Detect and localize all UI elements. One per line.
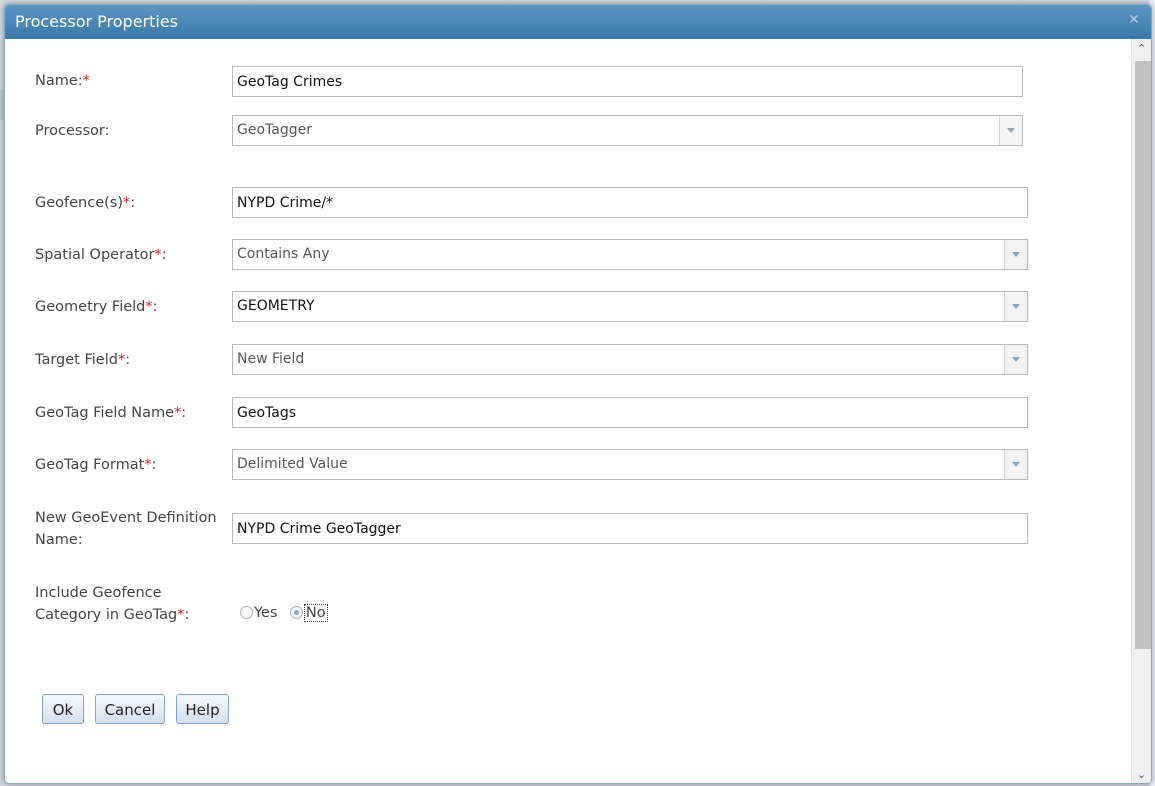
chevron-down-icon[interactable] bbox=[999, 116, 1022, 145]
target-field-value: New Field bbox=[237, 351, 305, 367]
radio-button-no[interactable] bbox=[289, 606, 303, 619]
geometry-field-select[interactable]: GEOMETRY bbox=[232, 291, 1028, 322]
processor-properties-dialog: Processor Properties ✕ Name:* Processor:… bbox=[4, 4, 1152, 784]
radio-button-yes[interactable] bbox=[240, 606, 253, 619]
new-geoevent-definition-input[interactable] bbox=[232, 513, 1028, 544]
close-icon[interactable]: ✕ bbox=[1127, 13, 1141, 27]
ok-button[interactable]: Ok bbox=[42, 694, 84, 724]
spatial-operator-label: Spatial Operator*: bbox=[35, 247, 167, 263]
geotag-format-select[interactable]: Delimited Value bbox=[232, 449, 1028, 480]
name-label: Name:* bbox=[35, 73, 90, 89]
processor-label: Processor: bbox=[35, 123, 110, 139]
target-field-select[interactable]: New Field bbox=[232, 344, 1028, 375]
target-field-label: Target Field*: bbox=[35, 352, 131, 368]
geotag-field-name-label: GeoTag Field Name*: bbox=[35, 405, 187, 421]
new-geoevent-definition-label: New GeoEvent Definition Name: bbox=[35, 510, 217, 548]
geometry-field-label: Geometry Field*: bbox=[35, 299, 158, 315]
geometry-field-value: GEOMETRY bbox=[237, 298, 315, 314]
dialog-title: Processor Properties bbox=[15, 12, 179, 31]
chevron-down-icon[interactable] bbox=[1004, 345, 1027, 374]
radio-option-yes[interactable]: Yes bbox=[240, 602, 277, 624]
radio-option-no[interactable]: No bbox=[289, 602, 328, 624]
geofences-label: Geofence(s)*: bbox=[35, 195, 136, 211]
chevron-down-icon[interactable] bbox=[1004, 450, 1027, 479]
spatial-operator-value: Contains Any bbox=[237, 246, 330, 262]
cancel-button[interactable]: Cancel bbox=[95, 694, 165, 724]
name-input[interactable] bbox=[232, 66, 1023, 97]
chevron-down-icon[interactable] bbox=[1004, 292, 1027, 321]
scroll-down-icon[interactable]: ⌄ bbox=[1132, 765, 1151, 783]
dialog-content: Name:* Processor: GeoTagger Geofence(s)*… bbox=[5, 39, 1131, 783]
dialog-titlebar[interactable]: Processor Properties ✕ bbox=[5, 5, 1151, 39]
include-category-radio-group: Yes No bbox=[240, 602, 336, 624]
processor-value: GeoTagger bbox=[237, 122, 312, 138]
chevron-down-icon[interactable] bbox=[1004, 240, 1027, 269]
spatial-operator-select[interactable]: Contains Any bbox=[232, 239, 1028, 270]
include-category-label: Include Geofence Category in GeoTag*: bbox=[35, 585, 190, 623]
geotag-field-name-input[interactable] bbox=[232, 397, 1028, 428]
help-button[interactable]: Help bbox=[176, 694, 229, 724]
processor-select[interactable]: GeoTagger bbox=[232, 115, 1023, 146]
geotag-format-value: Delimited Value bbox=[237, 456, 348, 472]
vertical-scrollbar[interactable]: ⌃ ⌄ bbox=[1131, 39, 1151, 783]
geofences-input[interactable] bbox=[232, 187, 1028, 218]
geotag-format-label: GeoTag Format*: bbox=[35, 457, 157, 473]
scrollbar-thumb[interactable] bbox=[1135, 61, 1151, 649]
scroll-up-icon[interactable]: ⌃ bbox=[1132, 39, 1151, 59]
